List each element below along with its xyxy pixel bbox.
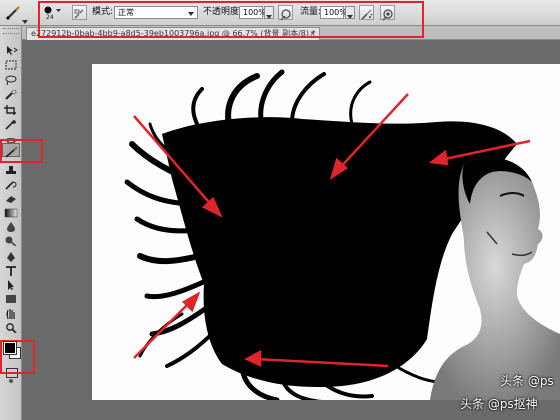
tool-preset-dropdown-icon[interactable]	[22, 10, 28, 24]
move-tool-icon[interactable]	[4, 40, 18, 55]
shape-tool-icon[interactable]	[4, 289, 18, 303]
crop-tool-icon[interactable]	[4, 100, 18, 115]
options-bar-highlight	[38, 1, 424, 38]
marquee-tool-icon[interactable]	[4, 55, 18, 70]
lasso-tool-icon[interactable]	[4, 70, 18, 86]
type-tool-icon[interactable]	[4, 261, 18, 276]
dodge-tool-icon[interactable]	[4, 231, 18, 247]
pen-tool-icon[interactable]	[4, 247, 18, 262]
eraser-tool-icon[interactable]	[4, 189, 18, 203]
foreground-color-swatch[interactable]	[3, 341, 17, 355]
quick-selection-tool-icon[interactable]	[4, 85, 18, 100]
watermark-text: 头条 @ps抠神	[460, 397, 538, 411]
history-brush-tool-icon[interactable]	[4, 175, 18, 190]
image-canvas[interactable]	[92, 64, 560, 400]
blur-tool-icon[interactable]	[4, 217, 18, 232]
watermark-text-back: 头条 @ps	[500, 374, 554, 388]
brush-tool-icon[interactable]	[5, 5, 21, 21]
hair-photo-image	[124, 69, 560, 400]
path-selection-tool-icon[interactable]	[4, 275, 18, 290]
eyedropper-tool-icon[interactable]	[4, 115, 18, 130]
canvas-workspace	[22, 40, 560, 420]
brush-tool-highlight	[0, 139, 43, 163]
gradient-tool-icon[interactable]	[4, 203, 18, 218]
hand-tool-icon[interactable]	[4, 304, 18, 320]
zoom-tool-icon[interactable]	[4, 318, 18, 334]
panel-grip[interactable]	[3, 28, 19, 34]
